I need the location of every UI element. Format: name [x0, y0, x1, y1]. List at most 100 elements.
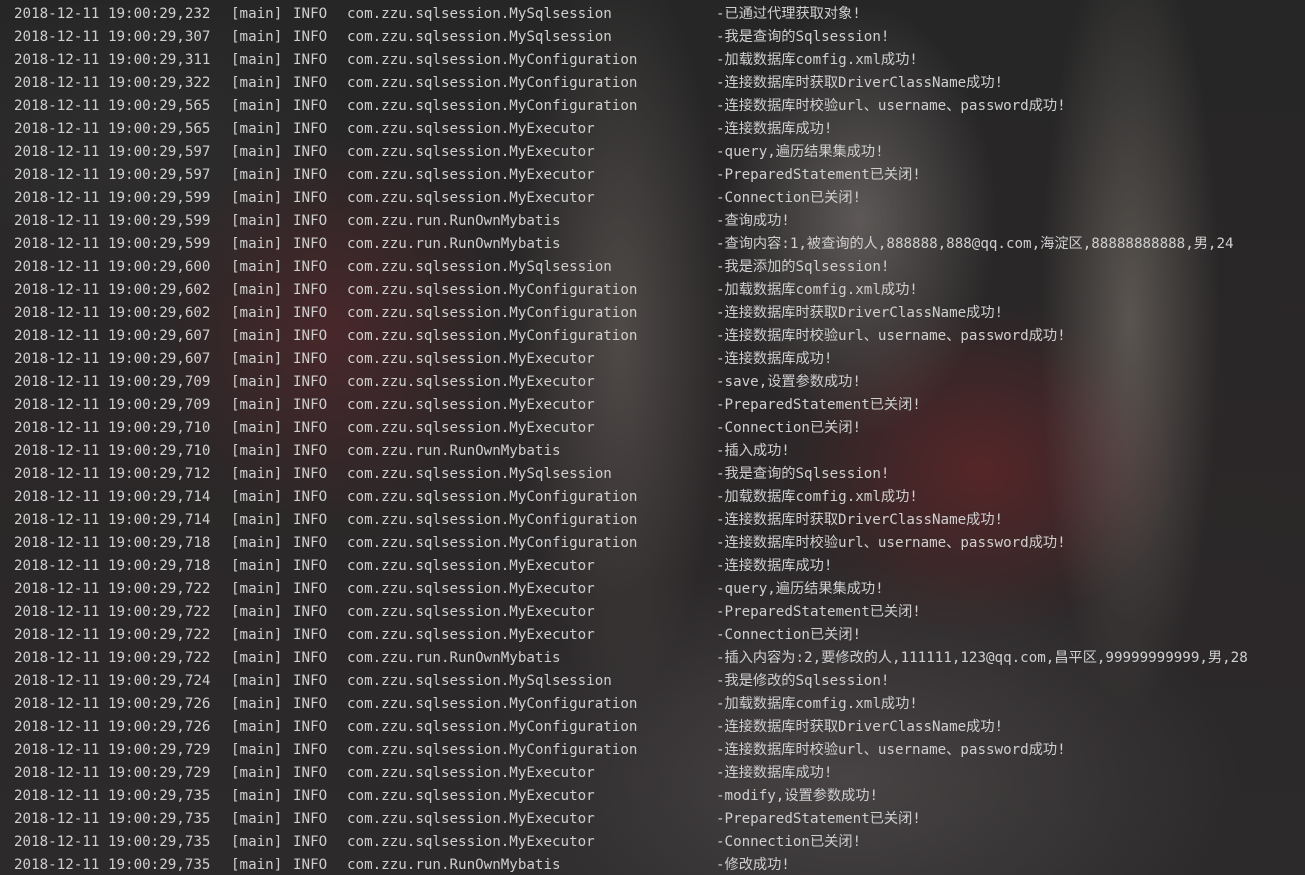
log-level: INFO — [293, 834, 328, 850]
log-thread: [main] — [231, 144, 283, 160]
log-message: -已通过代理获取对象! — [716, 6, 861, 22]
log-timestamp: 2018-12-11 19:00:29,710 — [14, 443, 211, 459]
log-message: -我是查询的Sqlsession! — [716, 466, 890, 482]
console-output-panel[interactable]: 2018-12-11 19:00:29,232 [main] INFO com.zzu… — [0, 0, 1305, 875]
log-message: -连接数据库时校验url、username、password成功! — [716, 535, 1066, 551]
log-level: INFO — [293, 443, 328, 459]
log-level: INFO — [293, 765, 328, 781]
log-message: -连接数据库时获取DriverClassName成功! — [716, 305, 1004, 321]
log-line: 2018-12-11 19:00:29,710 [main] INFO com.zzu… — [0, 440, 1305, 463]
log-message: -加载数据库comfig.xml成功! — [716, 696, 918, 712]
log-thread: [main] — [231, 236, 283, 252]
log-line: 2018-12-11 19:00:29,735 [main] INFO com.zzu… — [0, 854, 1305, 875]
log-message: -连接数据库时校验url、username、password成功! — [716, 742, 1066, 758]
log-timestamp: 2018-12-11 19:00:29,714 — [14, 512, 211, 528]
log-line: 2018-12-11 19:00:29,597 [main] INFO com.zzu… — [0, 141, 1305, 164]
log-thread: [main] — [231, 190, 283, 206]
log-logger: com.zzu.sqlsession.MyConfiguration — [347, 489, 638, 505]
log-lines: 2018-12-11 19:00:29,232 [main] INFO com.zzu… — [0, 3, 1305, 875]
log-timestamp: 2018-12-11 19:00:29,607 — [14, 328, 211, 344]
log-level: INFO — [293, 696, 328, 712]
log-level: INFO — [293, 604, 328, 620]
log-level: INFO — [293, 52, 328, 68]
log-message: -PreparedStatement已关闭! — [716, 397, 921, 413]
log-thread: [main] — [231, 282, 283, 298]
log-logger: com.zzu.sqlsession.MyConfiguration — [347, 52, 638, 68]
log-timestamp: 2018-12-11 19:00:29,599 — [14, 190, 211, 206]
log-line: 2018-12-11 19:00:29,311 [main] INFO com.zzu… — [0, 49, 1305, 72]
log-timestamp: 2018-12-11 19:00:29,232 — [14, 6, 211, 22]
log-logger: com.zzu.sqlsession.MySqlsession — [347, 6, 612, 22]
log-logger: com.zzu.sqlsession.MyExecutor — [347, 558, 595, 574]
log-message: -Connection已关闭! — [716, 627, 862, 643]
log-logger: com.zzu.sqlsession.MyExecutor — [347, 811, 595, 827]
log-logger: com.zzu.run.RunOwnMybatis — [347, 857, 561, 873]
log-timestamp: 2018-12-11 19:00:29,597 — [14, 144, 211, 160]
log-message: -query,遍历结果集成功! — [716, 144, 884, 160]
log-logger: com.zzu.run.RunOwnMybatis — [347, 650, 561, 666]
log-level: INFO — [293, 351, 328, 367]
log-message: -连接数据库时获取DriverClassName成功! — [716, 719, 1004, 735]
log-logger: com.zzu.run.RunOwnMybatis — [347, 236, 561, 252]
log-line: 2018-12-11 19:00:29,722 [main] INFO com.zzu… — [0, 624, 1305, 647]
log-level: INFO — [293, 259, 328, 275]
log-thread: [main] — [231, 213, 283, 229]
log-line: 2018-12-11 19:00:29,602 [main] INFO com.zzu… — [0, 279, 1305, 302]
log-line: 2018-12-11 19:00:29,602 [main] INFO com.zzu… — [0, 302, 1305, 325]
log-logger: com.zzu.sqlsession.MyConfiguration — [347, 719, 638, 735]
log-line: 2018-12-11 19:00:29,726 [main] INFO com.zzu… — [0, 716, 1305, 739]
log-timestamp: 2018-12-11 19:00:29,735 — [14, 834, 211, 850]
log-line: 2018-12-11 19:00:29,735 [main] INFO com.zzu… — [0, 785, 1305, 808]
log-logger: com.zzu.sqlsession.MyConfiguration — [347, 535, 638, 551]
log-timestamp: 2018-12-11 19:00:29,602 — [14, 282, 211, 298]
log-message: -连接数据库时校验url、username、password成功! — [716, 328, 1066, 344]
log-level: INFO — [293, 719, 328, 735]
log-timestamp: 2018-12-11 19:00:29,718 — [14, 558, 211, 574]
log-timestamp: 2018-12-11 19:00:29,565 — [14, 98, 211, 114]
log-logger: com.zzu.sqlsession.MyExecutor — [347, 351, 595, 367]
log-message: -插入成功! — [716, 443, 790, 459]
log-logger: com.zzu.run.RunOwnMybatis — [347, 213, 561, 229]
log-level: INFO — [293, 328, 328, 344]
log-logger: com.zzu.sqlsession.MyExecutor — [347, 167, 595, 183]
log-thread: [main] — [231, 604, 283, 620]
log-level: INFO — [293, 75, 328, 91]
log-line: 2018-12-11 19:00:29,722 [main] INFO com.zzu… — [0, 601, 1305, 624]
log-line: 2018-12-11 19:00:29,600 [main] INFO com.zzu… — [0, 256, 1305, 279]
log-line: 2018-12-11 19:00:29,722 [main] INFO com.zzu… — [0, 578, 1305, 601]
log-thread: [main] — [231, 811, 283, 827]
log-line: 2018-12-11 19:00:29,722 [main] INFO com.zzu… — [0, 647, 1305, 670]
log-line: 2018-12-11 19:00:29,232 [main] INFO com.zzu… — [0, 3, 1305, 26]
log-level: INFO — [293, 466, 328, 482]
log-line: 2018-12-11 19:00:29,726 [main] INFO com.zzu… — [0, 693, 1305, 716]
log-message: -我是查询的Sqlsession! — [716, 29, 890, 45]
log-thread: [main] — [231, 627, 283, 643]
log-logger: com.zzu.sqlsession.MyExecutor — [347, 627, 595, 643]
log-line: 2018-12-11 19:00:29,712 [main] INFO com.zzu… — [0, 463, 1305, 486]
log-level: INFO — [293, 98, 328, 114]
log-logger: com.zzu.sqlsession.MyExecutor — [347, 788, 595, 804]
log-timestamp: 2018-12-11 19:00:29,599 — [14, 213, 211, 229]
log-line: 2018-12-11 19:00:29,735 [main] INFO com.zzu… — [0, 831, 1305, 854]
log-level: INFO — [293, 512, 328, 528]
log-thread: [main] — [231, 857, 283, 873]
log-timestamp: 2018-12-11 19:00:29,735 — [14, 811, 211, 827]
log-message: -加载数据库comfig.xml成功! — [716, 52, 918, 68]
log-message: -查询成功! — [716, 213, 790, 229]
log-level: INFO — [293, 213, 328, 229]
log-message: -Connection已关闭! — [716, 420, 862, 436]
log-message: -连接数据库成功! — [716, 558, 833, 574]
log-logger: com.zzu.sqlsession.MyConfiguration — [347, 742, 638, 758]
log-level: INFO — [293, 420, 328, 436]
log-logger: com.zzu.sqlsession.MyConfiguration — [347, 75, 638, 91]
log-thread: [main] — [231, 52, 283, 68]
log-thread: [main] — [231, 466, 283, 482]
log-logger: com.zzu.sqlsession.MyExecutor — [347, 765, 595, 781]
log-thread: [main] — [231, 420, 283, 436]
log-message: -Connection已关闭! — [716, 834, 862, 850]
log-logger: com.zzu.sqlsession.MyExecutor — [347, 604, 595, 620]
log-message: -连接数据库成功! — [716, 351, 833, 367]
log-level: INFO — [293, 581, 328, 597]
log-timestamp: 2018-12-11 19:00:29,602 — [14, 305, 211, 321]
log-line: 2018-12-11 19:00:29,709 [main] INFO com.zzu… — [0, 371, 1305, 394]
